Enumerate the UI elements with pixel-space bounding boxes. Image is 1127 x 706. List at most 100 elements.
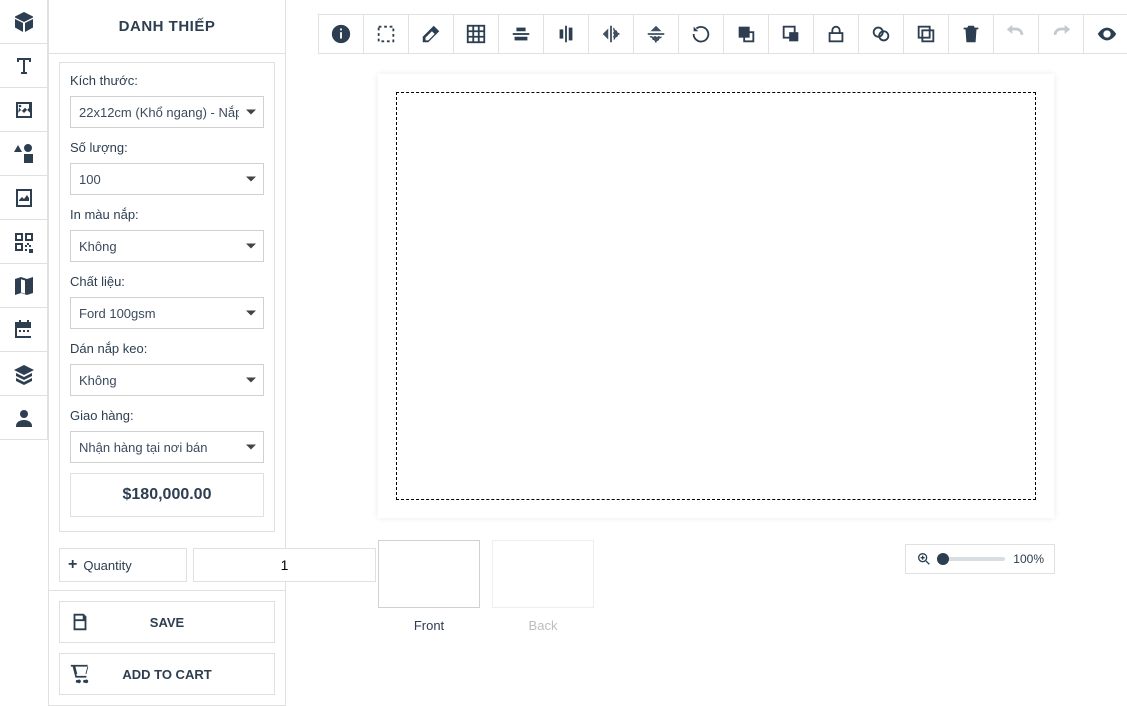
marquee-icon — [375, 23, 397, 45]
tool-user[interactable] — [0, 396, 48, 440]
thumb-front[interactable]: Front — [378, 540, 480, 633]
rotate-icon — [690, 23, 712, 45]
align-vertical-icon — [555, 23, 577, 45]
toolbar-duplicate[interactable] — [904, 15, 949, 53]
thumb-front-preview — [378, 540, 480, 608]
toolbar-redo[interactable] — [1039, 15, 1084, 53]
toolbar-info[interactable] — [319, 15, 364, 53]
layers-icon — [12, 362, 36, 386]
quantity-input[interactable] — [193, 548, 376, 582]
eraser-icon — [420, 23, 442, 45]
tool-text[interactable] — [0, 44, 48, 88]
eye-icon — [1096, 23, 1118, 45]
toolbar-align-v[interactable] — [544, 15, 589, 53]
quantity-select[interactable] — [70, 163, 264, 195]
trash-icon — [960, 23, 982, 45]
thumb-back-preview — [492, 540, 594, 608]
design-canvas[interactable] — [378, 74, 1054, 518]
undo-icon — [1005, 23, 1027, 45]
zoom-in-icon — [916, 551, 932, 567]
cart-icon — [60, 654, 100, 694]
user-icon — [12, 406, 36, 430]
sidebar-actions: SAVE ADD TO CART — [49, 590, 285, 705]
duplicate-icon — [915, 23, 937, 45]
text-icon — [12, 54, 36, 78]
page-thumbnails: Front Back — [378, 540, 594, 633]
delivery-label: Giao hàng: — [70, 408, 264, 423]
toolbar-flip-v[interactable] — [634, 15, 679, 53]
sidebar: DANH THIẾP Kích thước: Số lượng: In màu … — [48, 0, 286, 706]
zoom-slider-handle[interactable] — [937, 553, 949, 565]
plus-icon: + — [68, 556, 77, 574]
info-icon — [330, 23, 352, 45]
tool-calendar[interactable] — [0, 308, 48, 352]
glueflap-select[interactable] — [70, 364, 264, 396]
printflap-select[interactable] — [70, 230, 264, 262]
zoom-control[interactable]: 100% — [905, 544, 1055, 574]
toolbar-rotate[interactable] — [679, 15, 724, 53]
price-display: $180,000.00 — [70, 473, 264, 517]
save-button[interactable]: SAVE — [59, 601, 275, 643]
toolbar-group[interactable] — [859, 15, 904, 53]
lock-icon — [825, 23, 847, 45]
toolbar-align-h[interactable] — [499, 15, 544, 53]
quantity-add-label: Quantity — [83, 558, 131, 573]
canvas-safe-area — [396, 92, 1036, 500]
quantity-increase-button[interactable]: + Quantity — [59, 548, 187, 582]
options-panel: Kích thước: Số lượng: In màu nắp: Chất l… — [49, 54, 285, 540]
add-to-cart-button[interactable]: ADD TO CART — [59, 653, 275, 695]
send-back-icon — [780, 23, 802, 45]
calendar-icon — [12, 318, 36, 342]
toolbar-lock[interactable] — [814, 15, 859, 53]
size-label: Kích thước: — [70, 73, 264, 88]
thumb-back[interactable]: Back — [492, 540, 594, 633]
printflap-label: In màu nắp: — [70, 207, 264, 222]
toolbar-delete[interactable] — [949, 15, 994, 53]
align-horizontal-icon — [510, 23, 532, 45]
box-icon — [12, 10, 36, 34]
bring-front-icon — [735, 23, 757, 45]
tool-map[interactable] — [0, 264, 48, 308]
sidebar-title: DANH THIẾP — [49, 0, 285, 54]
album-icon — [12, 186, 36, 210]
toolbar-grid[interactable] — [454, 15, 499, 53]
zoom-slider[interactable] — [940, 557, 1005, 561]
material-select[interactable] — [70, 297, 264, 329]
tool-product[interactable] — [0, 0, 48, 44]
size-select[interactable] — [70, 96, 264, 128]
flip-vertical-icon — [645, 23, 667, 45]
flip-horizontal-icon — [600, 23, 622, 45]
canvas-toolbar — [318, 14, 1127, 54]
qrcode-icon — [12, 230, 36, 254]
image-icon — [12, 98, 36, 122]
toolbar-preview[interactable] — [1084, 15, 1127, 53]
toolbar-bring-front[interactable] — [724, 15, 769, 53]
quantity-row: + Quantity — [59, 548, 275, 582]
toolbar-send-back[interactable] — [769, 15, 814, 53]
shapes-icon — [12, 142, 36, 166]
redo-icon — [1050, 23, 1072, 45]
toolbar-erase[interactable] — [409, 15, 454, 53]
tool-qrcode[interactable] — [0, 220, 48, 264]
tool-layers[interactable] — [0, 352, 48, 396]
map-icon — [12, 274, 36, 298]
tool-clipart[interactable] — [0, 176, 48, 220]
grid-icon — [465, 23, 487, 45]
add-to-cart-label: ADD TO CART — [100, 667, 274, 682]
tool-strip — [0, 0, 48, 440]
quantity-label: Số lượng: — [70, 140, 264, 155]
tool-shapes[interactable] — [0, 132, 48, 176]
tool-image[interactable] — [0, 88, 48, 132]
glueflap-label: Dán nắp keo: — [70, 341, 264, 356]
thumb-front-label: Front — [414, 618, 444, 633]
toolbar-flip-h[interactable] — [589, 15, 634, 53]
material-label: Chất liệu: — [70, 274, 264, 289]
thumb-back-label: Back — [529, 618, 558, 633]
toolbar-select[interactable] — [364, 15, 409, 53]
save-button-label: SAVE — [100, 615, 274, 630]
toolbar-undo[interactable] — [994, 15, 1039, 53]
delivery-select[interactable] — [70, 431, 264, 463]
zoom-value: 100% — [1013, 552, 1044, 566]
save-icon — [60, 602, 100, 642]
group-icon — [870, 23, 892, 45]
